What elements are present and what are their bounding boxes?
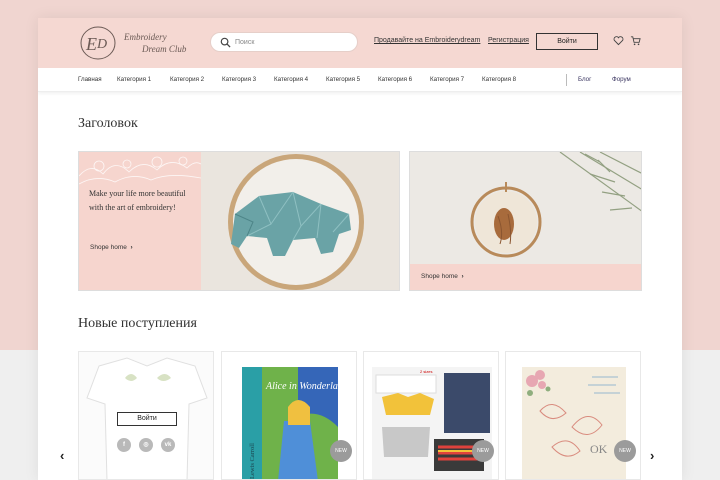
product-image-book: Alice in Wonderland Lewis Carroll — [238, 367, 342, 479]
clothes-collage-illustration-icon: 2 sizes — [372, 367, 492, 479]
new-badge: NEW — [472, 440, 494, 462]
nav-item-category-5[interactable]: Категория 5 — [326, 76, 360, 83]
book-author-text: Lewis Carroll — [249, 443, 256, 479]
alice-book-illustration-icon: Alice in Wonderland Lewis Carroll — [238, 367, 342, 479]
hoop-bear-illustration-icon — [201, 152, 399, 290]
promo-banner-hoop[interactable]: Shope home › — [409, 151, 642, 291]
arrow-right-icon: › — [461, 273, 464, 280]
register-link[interactable]: Регистрация — [488, 37, 529, 44]
cart-icon[interactable] — [630, 35, 641, 46]
product-image-pattern: OK — [522, 367, 626, 479]
nav-item-category-6[interactable]: Категория 6 — [378, 76, 412, 83]
search-input[interactable] — [235, 35, 353, 49]
browser-page: E D Embroidery Dream Club Продавайте на … — [38, 18, 682, 480]
site-header: E D Embroidery Dream Club Продавайте на … — [38, 18, 682, 68]
promo-banner-bear[interactable]: Make your life more beautiful with the a… — [78, 151, 400, 291]
product-card[interactable]: Alice in Wonderland Lewis Carroll NEW — [221, 351, 357, 480]
hoop-hair-illustration-icon — [410, 152, 641, 264]
nav-item-home[interactable]: Главная — [78, 76, 102, 83]
product-card[interactable]: OK NEW — [505, 351, 641, 480]
logo-emblem-icon: E D — [80, 26, 116, 60]
banner-text-panel: Make your life more beautiful with the a… — [79, 152, 201, 290]
site-logo[interactable]: E D Embroidery Dream Club — [78, 24, 198, 62]
banner1-shop-link[interactable]: Shope home › — [90, 244, 133, 251]
heart-icon[interactable] — [613, 35, 624, 46]
svg-text:D: D — [96, 37, 107, 52]
nav-item-category-7[interactable]: Категория 7 — [430, 76, 464, 83]
new-badge: NEW — [614, 440, 636, 462]
product-card[interactable]: Войти f ◎ vk — [78, 351, 214, 480]
banner2-link-panel: Shope home › — [410, 264, 641, 290]
page-title: Заголовок — [78, 116, 138, 131]
book-title-text: Alice in Wonderland — [265, 381, 342, 392]
sizes-caption-text: 2 sizes — [420, 369, 432, 374]
nav-item-category-4[interactable]: Категория 4 — [274, 76, 308, 83]
nav-item-category-8[interactable]: Категория 8 — [482, 76, 516, 83]
banner-tagline: Make your life more beautiful with the a… — [89, 189, 186, 212]
nav-item-blog[interactable]: Блог — [578, 76, 591, 83]
chevron-right-icon[interactable]: › — [650, 448, 654, 463]
sell-link[interactable]: Продавайте на Embroiderydream — [374, 37, 480, 44]
product-card[interactable]: 2 sizes NEW — [363, 351, 499, 480]
logo-text-line2: Dream Club — [142, 44, 187, 54]
facebook-icon[interactable]: f — [117, 438, 131, 452]
instagram-icon[interactable]: ◎ — [139, 438, 153, 452]
nav-item-category-1[interactable]: Категория 1 — [117, 76, 151, 83]
bear-embroidery-photo — [201, 152, 399, 290]
search-icon[interactable] — [220, 37, 231, 48]
card-login-button[interactable]: Войти — [117, 412, 177, 426]
category-nav: Главная Категория 1 Категория 2 Категори… — [38, 68, 682, 92]
logo-text-line1: Embroidery — [124, 32, 167, 42]
lace-decoration-icon — [79, 156, 201, 185]
nav-item-category-3[interactable]: Категория 3 — [222, 76, 256, 83]
banner2-shop-link[interactable]: Shope home › — [421, 273, 464, 280]
login-button[interactable]: Войти — [536, 33, 598, 50]
nav-divider — [566, 74, 567, 86]
embroidery-pattern-illustration-icon: OK — [522, 367, 626, 479]
vk-icon[interactable]: vk — [161, 438, 175, 452]
chevron-left-icon[interactable]: ‹ — [60, 448, 64, 463]
pattern-caption-text: OK — [590, 442, 608, 456]
new-badge: NEW — [330, 440, 352, 462]
search-box[interactable] — [210, 32, 358, 52]
svg-text:E: E — [85, 34, 97, 54]
arrow-right-icon: › — [130, 244, 133, 251]
product-image-clothes: 2 sizes — [372, 367, 492, 479]
section-title-new-arrivals: Новые поступления — [78, 316, 197, 331]
nav-item-forum[interactable]: Форум — [612, 76, 631, 83]
nav-item-category-2[interactable]: Категория 2 — [170, 76, 204, 83]
